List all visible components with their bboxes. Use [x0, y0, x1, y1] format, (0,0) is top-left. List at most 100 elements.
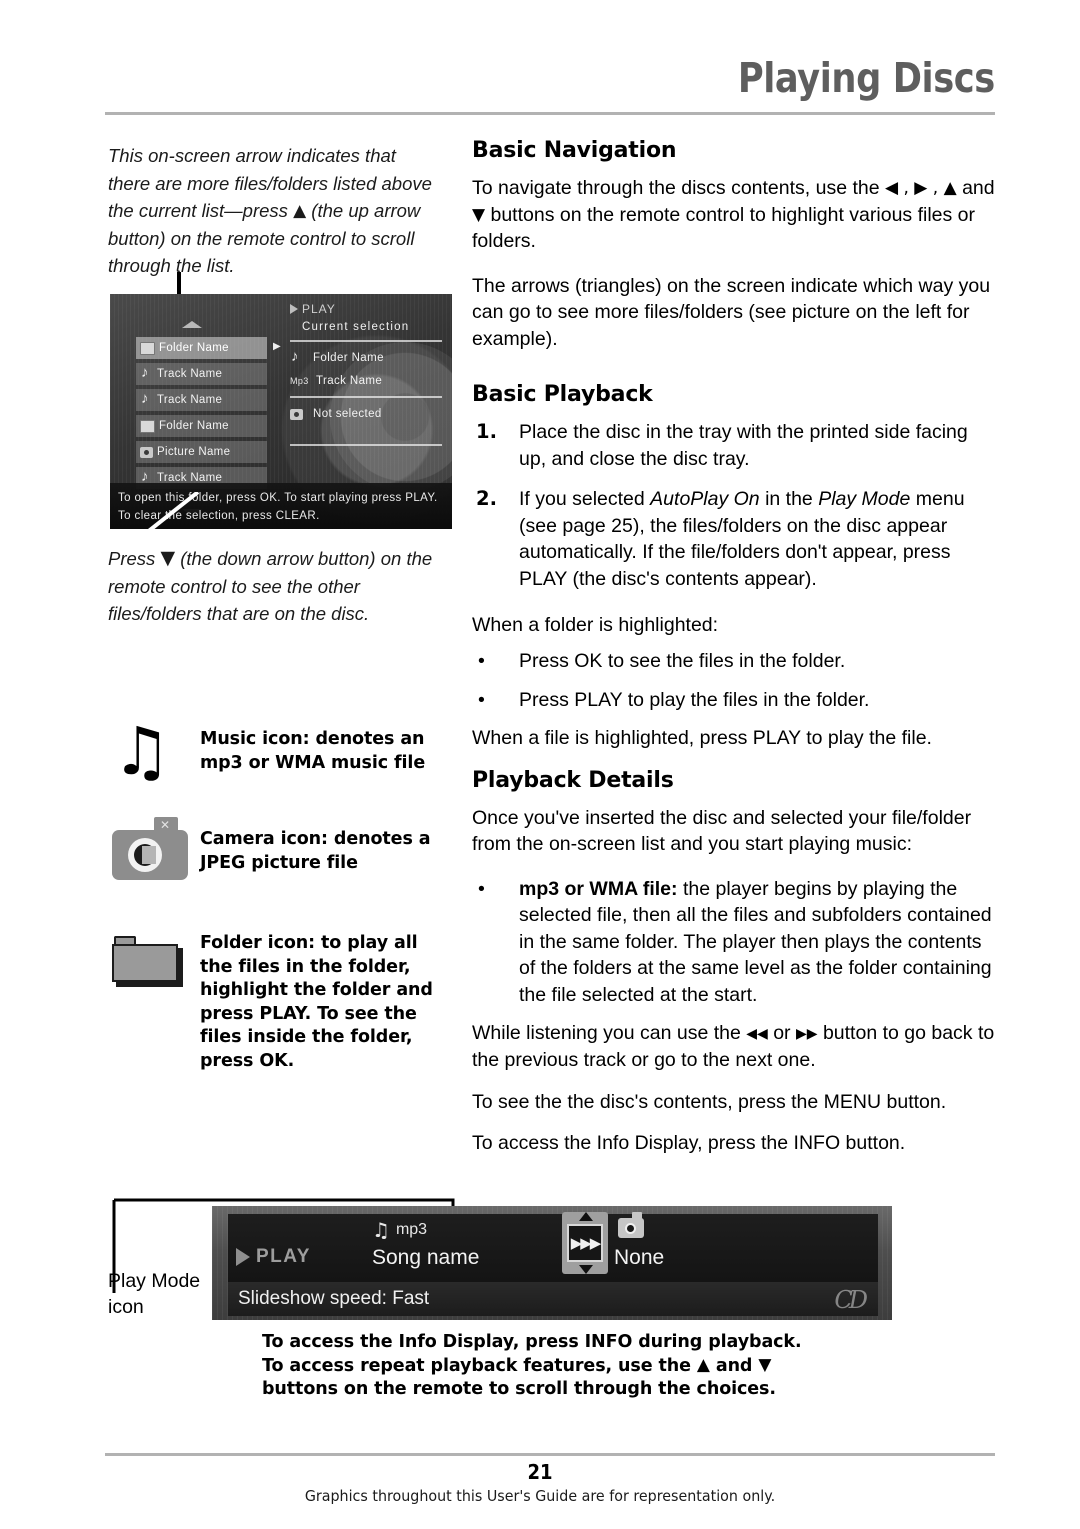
folder-highlight-lead: When a folder is highlighted:	[472, 613, 719, 636]
camera-icon	[290, 408, 303, 420]
play-mode-icon-label-line1: Play Mode	[108, 1270, 201, 1292]
selection-row-folder: Folder Name	[290, 348, 442, 366]
camera-flash-icon	[154, 817, 178, 833]
selection-row-label: Track Name	[316, 375, 383, 387]
camera-icon	[112, 817, 188, 880]
list-item[interactable]: Track Name	[136, 363, 267, 385]
heading-basic-navigation: Basic Navigation	[472, 138, 677, 163]
legend-item-music: ♫ Music icon: denotes an mp3 or WMA musi…	[108, 719, 458, 785]
folder-icon	[140, 341, 155, 355]
bullet-press-ok-label: Press OK to see the files in the folder.	[519, 650, 846, 672]
selection-row-label: Not selected	[313, 408, 382, 420]
selection-row-picture: Not selected	[290, 406, 442, 422]
play-status: PLAY	[236, 1246, 311, 1268]
previous-track-icon: ◀◀	[746, 1026, 768, 1042]
paragraph-info-button: To access the Info Display, press the IN…	[472, 1131, 906, 1154]
slideshow-speed-label: Slideshow speed: Fast	[238, 1288, 430, 1309]
list-item-label: Track Name	[157, 368, 223, 380]
paragraph-menu-button: To see the the disc's contents, press th…	[472, 1091, 947, 1113]
triangle-up-icon	[182, 321, 202, 328]
left-column: This on-screen arrow indicates that ther…	[108, 142, 463, 280]
music-note-icon	[140, 364, 153, 381]
play-mode-icon-label: Play Mode icon	[108, 1268, 200, 1320]
triangle-up-icon	[579, 1212, 593, 1221]
playback-steps: 1. Place the disc in the tray with the p…	[472, 419, 995, 592]
paragraph-skip-buttons: While listening you can use the ◀◀ or ▶▶…	[472, 1020, 995, 1073]
page-number: 21	[527, 1460, 553, 1484]
music-note-icon	[290, 348, 303, 365]
step-1-number: 1.	[476, 420, 497, 443]
osd-hint-bar: To open this folder, press OK. To start …	[110, 483, 452, 529]
slideshow-speed-row: Slideshow speed: Fast	[228, 1282, 878, 1316]
legend-label-music: Music icon: denotes an mp3 or WMA music …	[200, 729, 426, 773]
page-title: Playing Discs	[738, 54, 995, 102]
play-status-label: PLAY	[302, 302, 336, 316]
folder-icon	[140, 419, 155, 433]
list-item[interactable]: ◀ Folder Name ▶	[136, 337, 281, 359]
camera-lens-highlight	[142, 846, 156, 864]
picture-value: None	[614, 1246, 665, 1269]
mp3-format-label: mp3	[395, 1221, 428, 1238]
triangle-down-icon	[579, 1265, 593, 1274]
osd-hint-line-2: To clear the selection, press CLEAR.	[118, 510, 320, 522]
triangle-up-icon: ▲	[293, 201, 307, 221]
bullet-press-play: • Press PLAY to play the files in the fo…	[472, 687, 995, 714]
bullet-press-ok: • Press OK to see the files in the folde…	[472, 648, 995, 675]
bullet-dot: •	[478, 650, 485, 672]
footer-note: Graphics throughout this User's Guide ar…	[304, 1487, 776, 1505]
play-mode-icon[interactable]: ▶▶▶	[562, 1212, 608, 1274]
step-2-emphasis-playmode: Play Mode	[818, 488, 911, 510]
list-item-label: Track Name	[157, 394, 223, 406]
onscreen-display-file-list: ◀ Folder Name ▶ Track Name Track Name Fo…	[110, 294, 452, 529]
skip-text-b: or	[767, 1022, 796, 1044]
music-note-icon: ♫	[372, 1218, 390, 1242]
play-icon	[290, 304, 298, 314]
nav-text-b: and	[956, 177, 995, 199]
file-highlight-line: When a file is highlighted, press PLAY t…	[472, 727, 932, 749]
icon-legend: ♫ Music icon: denotes an mp3 or WMA musi…	[108, 719, 458, 1111]
details-bullets: • mp3 or WMA file: the player begins by …	[472, 876, 995, 1009]
cd-logo-icon: CD	[834, 1286, 868, 1314]
triangle-down-icon: ▼	[472, 204, 486, 225]
music-note-icon	[140, 390, 153, 407]
step-2-emphasis-autoplay: AutoPlay On	[650, 488, 760, 510]
osd-right-pane: PLAY Current selection Folder Name Mp3 T…	[290, 302, 442, 454]
bullet-dot: •	[478, 877, 485, 900]
step-2-text-a: If you selected	[519, 488, 651, 510]
list-item-label: Folder Name	[159, 342, 229, 354]
paragraph-navigation-1: To navigate through the discs contents, …	[472, 175, 995, 255]
header-divider	[105, 112, 995, 115]
list-item[interactable]: Track Name	[136, 389, 267, 411]
next-track-icon: ▶▶	[795, 1026, 818, 1042]
folder-shadow-right	[178, 948, 183, 986]
paragraph-details-1: Once you've inserted the disc and select…	[472, 806, 972, 856]
step-2-number: 2.	[476, 487, 497, 510]
divider	[290, 340, 442, 342]
current-selection-label: Current selection	[302, 321, 410, 333]
play-icon	[236, 1248, 250, 1266]
direction-arrows-icon: ◀ , ▶ , ▲	[885, 178, 957, 198]
bullet-mp3-wma-title: mp3 or WMA file:	[519, 877, 678, 900]
list-item[interactable]: Picture Name	[136, 441, 267, 463]
mp3-tag: Mp3	[290, 376, 309, 386]
note-down-arrow: Press ▼ (the down arrow button) on the r…	[108, 545, 458, 628]
nav-text-c: buttons on the remote control to highlig…	[472, 203, 976, 253]
triangle-down-icon: ▼	[758, 1354, 772, 1375]
heading-basic-playback: Basic Playback	[472, 382, 653, 407]
list-item[interactable]: Folder Name	[136, 415, 267, 437]
divider	[290, 396, 442, 398]
song-name-value: Song name	[372, 1246, 480, 1269]
heading-playback-details: Playback Details	[472, 767, 674, 793]
triangle-up-icon: ▲	[696, 1354, 710, 1375]
mp3-format-row: ♫ mp3	[372, 1218, 427, 1242]
bottom-caption-text-b: and	[709, 1355, 759, 1376]
step-1: 1. Place the disc in the tray with the p…	[472, 419, 995, 472]
list-item-label: Picture Name	[157, 446, 231, 458]
nav-text-a: To navigate through the discs contents, …	[472, 177, 886, 199]
legend-label-camera: Camera icon: denotes a JPEG picture file	[200, 829, 431, 873]
footer-divider	[105, 1453, 995, 1456]
bullet-mp3-wma: • mp3 or WMA file: the player begins by …	[472, 876, 995, 1009]
note-down-arrow-text-a: Press	[108, 548, 161, 569]
skip-text-a: While listening you can use the	[472, 1022, 747, 1044]
legend-art-folder	[108, 926, 200, 988]
